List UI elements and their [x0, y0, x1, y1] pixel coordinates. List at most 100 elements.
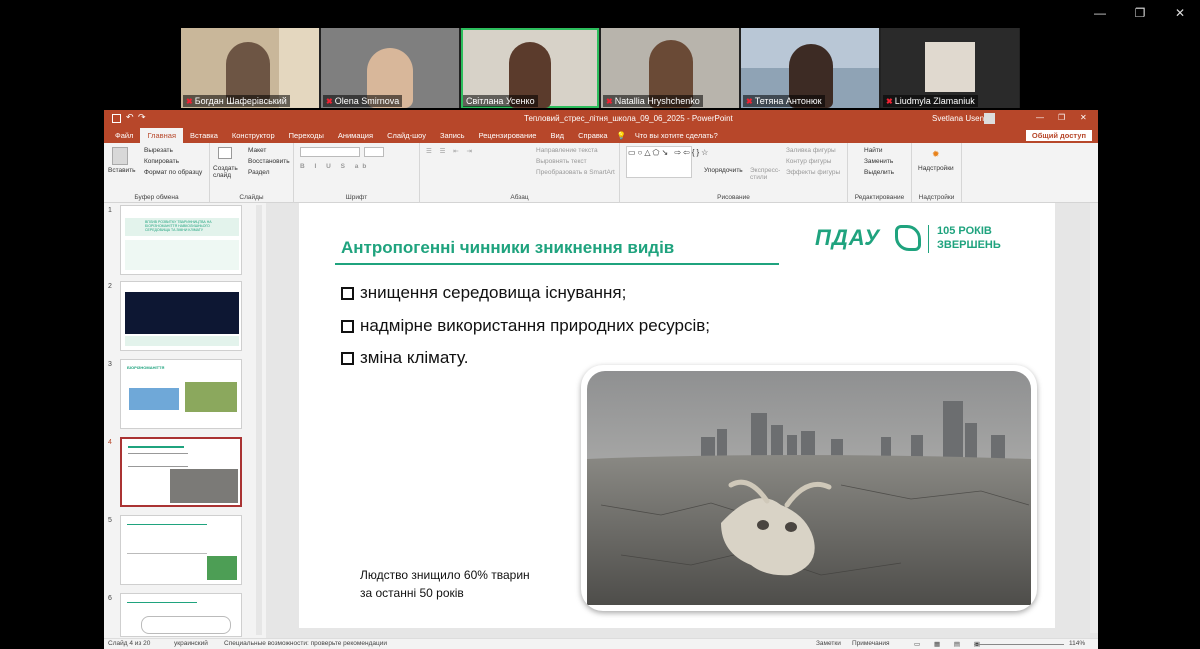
- lightbulb-icon: 💡: [616, 131, 626, 140]
- select-button[interactable]: Выделить: [864, 169, 894, 176]
- photo-caption-line-1: Людство знищило 60% тварин: [360, 568, 530, 582]
- tab-review[interactable]: Рецензирование: [472, 131, 544, 140]
- addins-icon[interactable]: ✹: [932, 149, 940, 160]
- thumbnail-number: 2: [108, 283, 112, 290]
- language-indicator[interactable]: украинский: [174, 640, 208, 647]
- cut-button[interactable]: Вырезать: [144, 147, 173, 154]
- mic-muted-icon: ✖: [186, 96, 193, 106]
- participant-tile[interactable]: ✖ Olena Smirnova: [321, 28, 459, 108]
- tab-file[interactable]: Файл: [108, 131, 140, 140]
- participant-tile[interactable]: ✖ Natallia Hryshchenko: [601, 28, 739, 108]
- canvas-scrollbar[interactable]: [1090, 203, 1098, 633]
- find-button[interactable]: Найти: [864, 147, 883, 154]
- slide-thumbnail[interactable]: БІОРІЗНОМАНІТТЯ: [120, 359, 242, 429]
- font-size-select[interactable]: [364, 147, 384, 157]
- zoom-slider[interactable]: [974, 644, 1064, 645]
- tab-view[interactable]: Вид: [543, 131, 571, 140]
- minimize-ppt-icon[interactable]: —: [1036, 113, 1044, 122]
- shape-fill-button[interactable]: Заливка фигуры: [786, 147, 836, 154]
- group-drawing: ▭○△⬠↘ ⇨⇦{}☆ Упорядочить Экспресс-стили З…: [620, 143, 848, 203]
- thumbnail-title: БІОРІЗНОМАНІТТЯ: [127, 365, 165, 370]
- thumbnail-title-line: [128, 446, 184, 448]
- slide-thumbnail-current[interactable]: [120, 437, 242, 507]
- tab-record[interactable]: Запись: [433, 131, 472, 140]
- section-button[interactable]: Раздел: [248, 169, 269, 176]
- text-direction-button[interactable]: Направление текста: [536, 147, 598, 154]
- slide-thumbnail[interactable]: [120, 593, 242, 637]
- thumbnail-number: 6: [108, 595, 112, 602]
- ppt-titlebar: ↶ ↷ Тепловий_стрес_літня_школа_09_06_202…: [104, 110, 1098, 128]
- layout-button[interactable]: Макет: [248, 147, 266, 154]
- thumbnail-scrollbar[interactable]: [256, 205, 262, 635]
- group-label: Рисование: [717, 194, 750, 201]
- zoom-level[interactable]: 114%: [1069, 640, 1085, 647]
- tab-animations[interactable]: Анимация: [331, 131, 380, 140]
- paste-button[interactable]: Вставить: [108, 167, 136, 174]
- tell-me-search[interactable]: Что вы хотите сделать?: [628, 131, 725, 140]
- restore-ppt-icon[interactable]: ❐: [1058, 113, 1065, 122]
- participant-avatar: [226, 42, 270, 102]
- thumbnail-text-lines: [127, 524, 207, 554]
- tab-insert[interactable]: Вставка: [183, 131, 225, 140]
- quick-styles-button[interactable]: Экспресс-стили: [750, 167, 780, 181]
- accessibility-checker[interactable]: Специальные возможности: проверьте реком…: [224, 640, 387, 647]
- reset-button[interactable]: Восстановить: [248, 158, 290, 165]
- mic-muted-icon: ✖: [886, 96, 893, 106]
- desolate-landscape-photo: [587, 371, 1031, 605]
- tab-help[interactable]: Справка: [571, 131, 614, 140]
- slide-thumbnail[interactable]: [120, 281, 242, 351]
- thumbnail-photo: [170, 469, 238, 503]
- participant-name: Богдан Шаферівський: [194, 96, 287, 106]
- shape-outline-button[interactable]: Контур фигуры: [786, 158, 831, 165]
- thumbnail-number-current: 4: [108, 439, 112, 446]
- paste-icon[interactable]: [112, 147, 128, 165]
- font-format-buttons[interactable]: B I U S ab: [300, 163, 370, 170]
- participant-tile-active-speaker[interactable]: Світлана Усенко: [461, 28, 599, 108]
- slide-thumbnail-pane: 1 ВПЛИВ РОЗВИТКУ ТВАРИННИЦТВА НА БІОРІЗН…: [104, 203, 264, 638]
- minimize-button[interactable]: —: [1080, 0, 1120, 26]
- tab-design[interactable]: Конструктор: [225, 131, 282, 140]
- thumbnail-night-map: [125, 292, 239, 334]
- save-icon[interactable]: [112, 114, 121, 123]
- new-slide-icon[interactable]: [218, 147, 232, 159]
- participant-tile[interactable]: ✖ Liudmyla Zlamaniuk: [881, 28, 1019, 108]
- slide-counter: Слайд 4 из 20: [108, 640, 151, 647]
- user-avatar[interactable]: [984, 113, 995, 124]
- participant-name: Natallia Hryshchenko: [614, 96, 700, 106]
- share-button[interactable]: Общий доступ: [1025, 130, 1092, 141]
- list-buttons[interactable]: ☰ ☰ ⇤ ⇥: [426, 147, 475, 155]
- bullet-text: надмірне використання природних ресурсів…: [360, 316, 710, 335]
- anniversary-line-1: 105 РОКІВ: [937, 225, 992, 237]
- new-slide-button[interactable]: Создать слайд: [213, 165, 239, 179]
- replace-button[interactable]: Заменить: [864, 158, 893, 165]
- smartart-button[interactable]: Преобразовать в SmartArt: [536, 169, 615, 176]
- redo-icon[interactable]: ↷: [138, 112, 146, 123]
- addins-button[interactable]: Надстройки: [918, 165, 954, 172]
- format-painter-button[interactable]: Формат по образцу: [144, 169, 202, 176]
- comments-button[interactable]: Примечания: [852, 640, 890, 647]
- notes-button[interactable]: Заметки: [816, 640, 841, 647]
- mic-muted-icon: ✖: [326, 96, 333, 106]
- shape-effects-button[interactable]: Эффекты фигуры: [786, 169, 840, 176]
- align-text-button[interactable]: Выровнять текст: [536, 158, 587, 165]
- shapes-gallery[interactable]: ▭○△⬠↘ ⇨⇦{}☆: [626, 146, 708, 178]
- tab-transitions[interactable]: Переходы: [282, 131, 331, 140]
- undo-icon[interactable]: ↶: [126, 112, 134, 123]
- slide-thumbnail[interactable]: ВПЛИВ РОЗВИТКУ ТВАРИННИЦТВА НА БІОРІЗНОМ…: [120, 205, 242, 275]
- participant-tile[interactable]: ✖ Богдан Шаферівський: [181, 28, 319, 108]
- anniversary-line-2: ЗВЕРШЕНЬ: [937, 239, 1001, 251]
- thumbnail-footer-band: [125, 336, 239, 346]
- maximize-button[interactable]: ❐: [1120, 0, 1160, 26]
- slide-thumbnail[interactable]: [120, 515, 242, 585]
- tab-slideshow[interactable]: Слайд-шоу: [380, 131, 433, 140]
- slide[interactable]: Антропогенні чинники зникнення видів ПДА…: [299, 203, 1055, 628]
- copy-button[interactable]: Копировать: [144, 158, 179, 165]
- participant-tile[interactable]: ✖ Тетяна Антонюк: [741, 28, 879, 108]
- bullet-item: знищення середовища існування;: [341, 283, 626, 303]
- tab-home[interactable]: Главная: [140, 128, 183, 143]
- slide-photo-frame[interactable]: [581, 365, 1037, 611]
- close-button[interactable]: ✕: [1160, 0, 1200, 26]
- arrange-button[interactable]: Упорядочить: [704, 167, 743, 174]
- close-ppt-icon[interactable]: ✕: [1080, 113, 1087, 122]
- font-name-select[interactable]: [300, 147, 360, 157]
